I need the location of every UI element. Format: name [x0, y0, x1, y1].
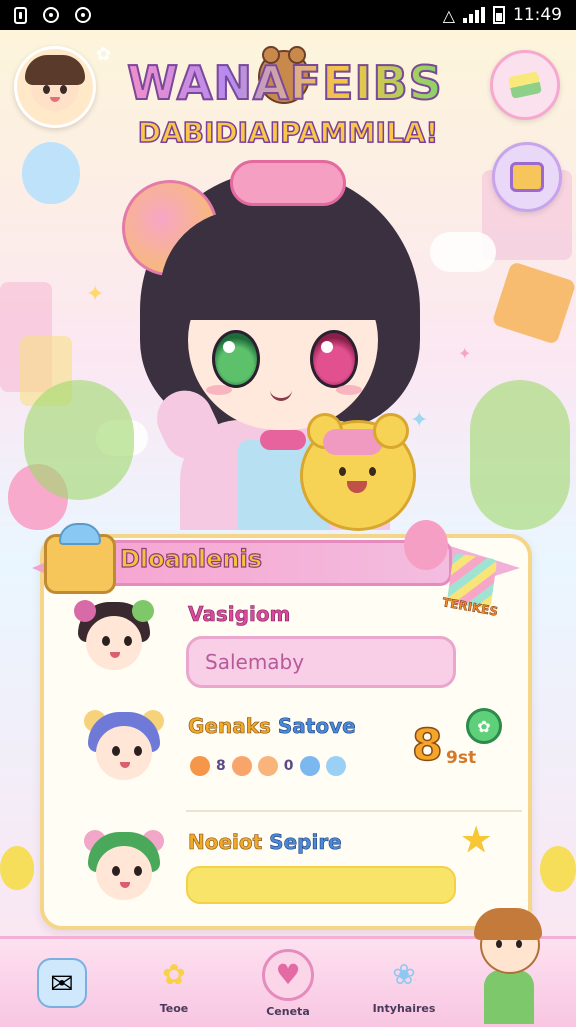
score-value: 8: [411, 719, 443, 772]
nav-item-home[interactable]: ✿ Teoe: [126, 939, 222, 1027]
bow-accessory: [260, 430, 306, 450]
heart-icon: ♥: [262, 948, 314, 1001]
orange-gem-icon: [257, 756, 278, 776]
notification-icon: [14, 6, 27, 24]
orange-gem-icon: [231, 756, 252, 776]
game-logo-subtitle: DABIDIAIPAMMILA!: [137, 115, 439, 150]
gift-card-icon: ✉: [37, 958, 87, 1008]
media-icon: [43, 7, 59, 23]
blue-hair-boy-avatar: [76, 704, 172, 800]
battery-icon: [493, 6, 505, 24]
cake-button[interactable]: [490, 50, 560, 120]
status-time: 11:49: [513, 5, 562, 25]
divider: [186, 810, 522, 812]
sparkle-icon: ✦: [86, 282, 105, 307]
score-unit: 9st: [446, 748, 477, 768]
sync-icon: [75, 7, 91, 23]
flower-icon: ❀: [392, 958, 416, 991]
row-title: Noeiot Sepire: [188, 830, 342, 855]
gem-count: 0: [283, 758, 294, 774]
status-bar: △ 11:49: [0, 0, 576, 30]
progress-bar: [186, 866, 456, 904]
panel-title: Dloanlenis: [119, 544, 263, 573]
pink-eye: [310, 330, 358, 388]
girl-avatar-icon: [25, 55, 85, 111]
wifi-icon: △: [442, 5, 455, 25]
gift-button[interactable]: [492, 142, 562, 212]
gift-box-icon: [510, 162, 544, 192]
orange-gem-icon: [190, 756, 210, 776]
star-icon: ★: [460, 820, 493, 861]
status-icons-left: [14, 6, 91, 24]
profile-avatar-button[interactable]: [14, 46, 96, 128]
name-input-field[interactable]: Salemaby: [186, 636, 456, 688]
blue-gem-icon: [325, 756, 346, 776]
gem-count: 8: [216, 758, 226, 774]
green-bush-decor: [24, 380, 134, 500]
nav-label: Intyhaires: [372, 1001, 436, 1015]
mascot-kid-illustration: [470, 908, 550, 1024]
pink-balloon-icon: [404, 520, 448, 570]
nav-label: Teoe: [159, 1001, 189, 1015]
bear-plush-companion: [300, 413, 416, 531]
nav-item-teoe[interactable]: ✉: [14, 939, 110, 1027]
leaf-badge-button[interactable]: ✿: [466, 708, 502, 744]
sparkle-icon-3: ✦: [458, 344, 472, 363]
yellow-balloon-right-decor: [540, 846, 576, 892]
blue-balloon-decor: [22, 142, 80, 204]
star-flower-icon: ✿: [162, 958, 186, 991]
signal-icon: [463, 7, 485, 23]
sparkle-icon-4: ✿: [96, 44, 112, 65]
row-title: Vasigiom: [188, 602, 291, 627]
pigtail-girl-avatar: [66, 594, 162, 690]
green-bush-decor-2: [470, 380, 570, 530]
nav-item-ceneta[interactable]: ♥ Ceneta: [240, 939, 336, 1027]
game-logo-title: WANAFEIBS: [120, 55, 450, 111]
cake-icon: [508, 71, 542, 99]
pink-headband: [230, 160, 346, 206]
row-title: Genaks Satove: [188, 714, 356, 739]
gem-collection: 8 0: [190, 756, 346, 776]
blue-gem-icon: [299, 756, 320, 776]
nav-label: Ceneta: [266, 1004, 310, 1018]
green-eye: [212, 330, 260, 388]
green-hair-kid-avatar: [76, 824, 172, 920]
status-icons-right: △ 11:49: [443, 5, 562, 25]
leaf-icon: ✿: [477, 716, 491, 736]
yellow-balloon-decor: [0, 846, 34, 890]
candy-decor: [491, 261, 576, 345]
nav-item-intyhaires[interactable]: ❀ Intyhaires: [356, 939, 452, 1027]
star-button[interactable]: ★: [460, 820, 492, 861]
